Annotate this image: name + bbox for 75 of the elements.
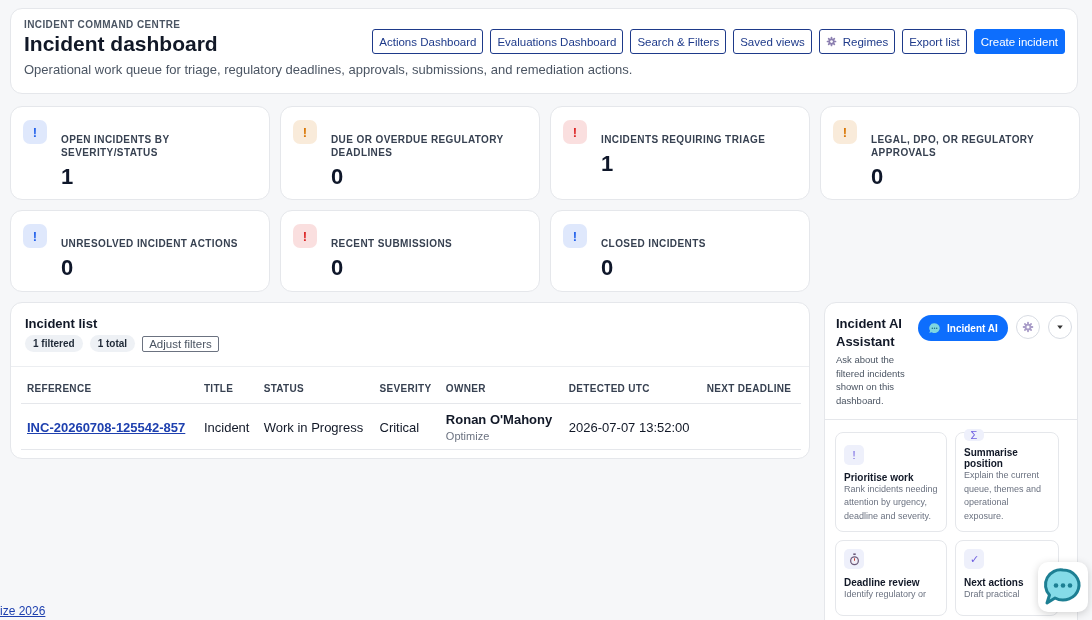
stat-label: INCIDENTS REQUIRING TRIAGE (601, 133, 766, 146)
stat-label: RECENT SUBMISSIONS (331, 237, 453, 250)
alert-icon: ! (293, 120, 317, 144)
count-pill: 1 filtered (25, 335, 83, 352)
prompt-title: Next actions (964, 577, 1025, 588)
prompt-description: Identify regulatory or (844, 588, 928, 601)
stat-label: LEGAL, DPO, OR REGULATORY APPROVALS (871, 133, 1035, 159)
stat-value: 0 (61, 255, 75, 281)
count-pill: 1 total (89, 335, 136, 352)
column-header: DETECTED UTC (568, 383, 650, 394)
toolbar-button[interactable]: Export list (902, 29, 967, 54)
stat-value: 1 (61, 164, 75, 190)
prompt-icon: Σ (964, 429, 984, 441)
alert-icon: ! (23, 120, 47, 144)
prompt-title: Deadline review (844, 577, 921, 588)
table-cell: Incident (203, 419, 250, 435)
list-title: Incident list (25, 316, 99, 331)
reference-link[interactable]: INC-20260708-125542-857 (27, 419, 186, 435)
assistant-title: Incident AI Assistant (836, 315, 903, 351)
stat-label: OPEN INCIDENTS BY SEVERITY/STATUS (61, 133, 171, 159)
prompt-description: Rank incidents needing attention by urgency, deadline and severity. (844, 482, 938, 523)
toolbar-button[interactable]: Actions Dashboard (372, 29, 484, 54)
prompt-card[interactable]: ! Prioritise work Rank incidents needing attention by urgency, deadline and severity. (835, 432, 947, 532)
prompt-title: Prioritise work (844, 471, 915, 483)
toolbar-button[interactable]: Saved views (733, 29, 812, 54)
stat-value: 0 (331, 255, 345, 281)
stopwatch-icon (844, 549, 864, 569)
adjust-filters-button[interactable]: Adjust filters (142, 335, 219, 352)
table-cell: 2026-07-07 13:52:00 (568, 419, 690, 435)
column-header: REFERENCE (27, 383, 92, 394)
dropdown-button[interactable] (1047, 315, 1072, 339)
owner-name: Ronan O'Mahony (445, 412, 554, 427)
settings-button[interactable] (1015, 315, 1040, 339)
caret-icon (1055, 323, 1064, 331)
prompt-icon: ✓ (964, 549, 984, 569)
stat-value: 0 (331, 164, 345, 190)
column-header: STATUS (263, 383, 305, 394)
gear-icon (825, 36, 837, 47)
page-title: Incident dashboard (24, 32, 218, 56)
column-header: TITLE (203, 383, 234, 394)
table-cell: Critical (379, 419, 420, 435)
column-header: NEXT DEADLINE (706, 383, 792, 394)
prompt-icon: ! (844, 445, 864, 465)
prompt-description: Explain the current queue, themes and operational exposure. (964, 469, 1043, 523)
incident-ai-button[interactable]: Incident AI (918, 315, 1008, 341)
prompt-description: Draft practical (964, 588, 1021, 601)
prompt-title: Summarise position (964, 447, 1019, 469)
chat-button[interactable] (1038, 562, 1088, 612)
alert-icon: ! (563, 224, 587, 248)
alert-icon: ! (563, 120, 587, 144)
toolbar-button[interactable]: Regimes (818, 29, 896, 54)
alert-icon: ! (23, 224, 47, 248)
stat-value: 1 (601, 151, 615, 177)
toolbar-button[interactable]: Search & Filters (630, 29, 727, 54)
assistant-description: Ask about the filtered incidents shown on this dashboard. (836, 353, 906, 407)
column-header: SEVERITY (379, 383, 432, 394)
owner-org: Optimize (445, 430, 491, 442)
page-subtitle: Operational work queue for triage, regulatory deadlines, approvals, submissions, and remediation actions. (24, 62, 634, 77)
column-header: OWNER (445, 383, 486, 394)
toolbar-button[interactable]: Evaluations Dashboard (490, 29, 624, 54)
alert-icon: ! (293, 224, 317, 248)
eyebrow-label: INCIDENT COMMAND CENTRE (24, 19, 182, 30)
stat-value: 0 (871, 164, 885, 190)
chat-icon (928, 321, 941, 335)
stat-value: 0 (601, 255, 615, 281)
stat-label: UNRESOLVED INCIDENT ACTIONS (61, 237, 238, 250)
stat-label: CLOSED INCIDENTS (601, 237, 706, 250)
alert-icon: ! (833, 120, 857, 144)
stat-label: DUE OR OVERDUE REGULATORY DEADLINES (331, 133, 505, 159)
table-cell: Work in Progress (263, 419, 364, 435)
prompt-card[interactable]: Deadline review Identify regulatory or (835, 540, 947, 616)
create-button[interactable]: Create incident (973, 29, 1065, 54)
prompt-card[interactable]: Σ Summarise position Explain the current queue, themes and operational exposure. (955, 432, 1059, 532)
gear-icon (1021, 321, 1034, 333)
footer-link[interactable]: ize 2026 (0, 604, 46, 618)
